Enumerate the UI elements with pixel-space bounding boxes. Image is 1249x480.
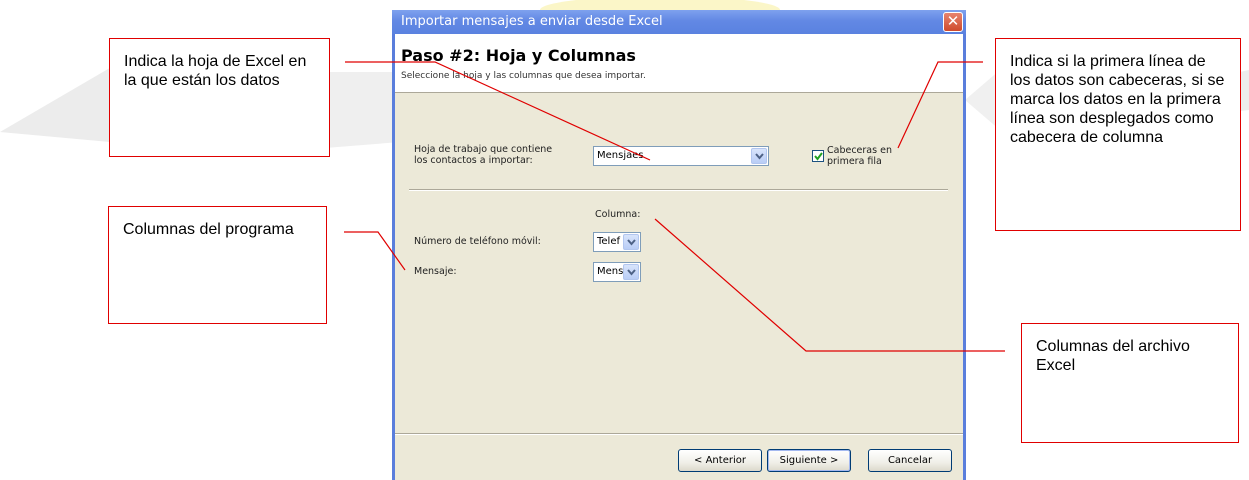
next-button[interactable]: Siguiente > (767, 449, 851, 472)
headers-checkbox[interactable] (812, 150, 824, 162)
message-column-select[interactable]: Mens (593, 262, 641, 282)
footer-divider (395, 433, 963, 435)
dialog-title: Importar mensajes a enviar desde Excel (401, 14, 663, 29)
back-button[interactable]: < Anterior (678, 449, 762, 472)
chevron-down-icon[interactable] (751, 148, 767, 164)
step-title: Paso #2: Hoja y Columnas (401, 46, 636, 65)
message-column-value: Mens (597, 266, 624, 277)
sheet-select-value: Mensjaes (597, 150, 644, 161)
sheet-label-line2: los contactos a importar: (414, 155, 533, 166)
callout-headers: Indica si la primera línea de los datos … (995, 38, 1241, 231)
import-dialog: Importar mensajes a enviar desde Excel ✕… (392, 10, 966, 480)
cancel-button[interactable]: Cancelar (868, 449, 952, 472)
column-header: Columna: (595, 209, 641, 220)
sheet-label-line1: Hoja de trabajo que contiene (414, 144, 553, 155)
phone-column-select[interactable]: Telef (593, 232, 641, 252)
headers-checkbox-label-line2: primera fila (827, 156, 882, 167)
sheet-select[interactable]: Mensjaes (593, 146, 769, 166)
step-subtitle: Seleccione la hoja y las columnas que de… (401, 71, 646, 81)
close-button[interactable]: ✕ (943, 12, 963, 32)
headers-checkbox-label[interactable]: Cabeceras en primera fila (827, 145, 892, 167)
chevron-down-icon[interactable] (623, 264, 639, 280)
callout-excel-columns: Columnas del archivo Excel (1021, 323, 1239, 443)
dialog-title-bar: Importar mensajes a enviar desde Excel ✕ (392, 10, 966, 34)
sheet-label: Hoja de trabajo que contiene los contact… (414, 144, 552, 166)
callout-sheet: Indica la hoja de Excel en la que están … (109, 38, 330, 157)
field-label-message: Mensaje: (414, 266, 457, 277)
section-divider (409, 189, 948, 191)
chevron-down-icon[interactable] (623, 234, 639, 250)
callout-program-columns: Columnas del programa (108, 206, 327, 324)
headers-checkbox-label-line1: Cabeceras en (827, 145, 892, 156)
phone-column-value: Telef (597, 236, 621, 247)
close-icon: ✕ (946, 12, 960, 30)
wizard-header: Paso #2: Hoja y Columnas Seleccione la h… (395, 34, 963, 93)
field-label-phone: Número de teléfono móvil: (414, 236, 541, 247)
